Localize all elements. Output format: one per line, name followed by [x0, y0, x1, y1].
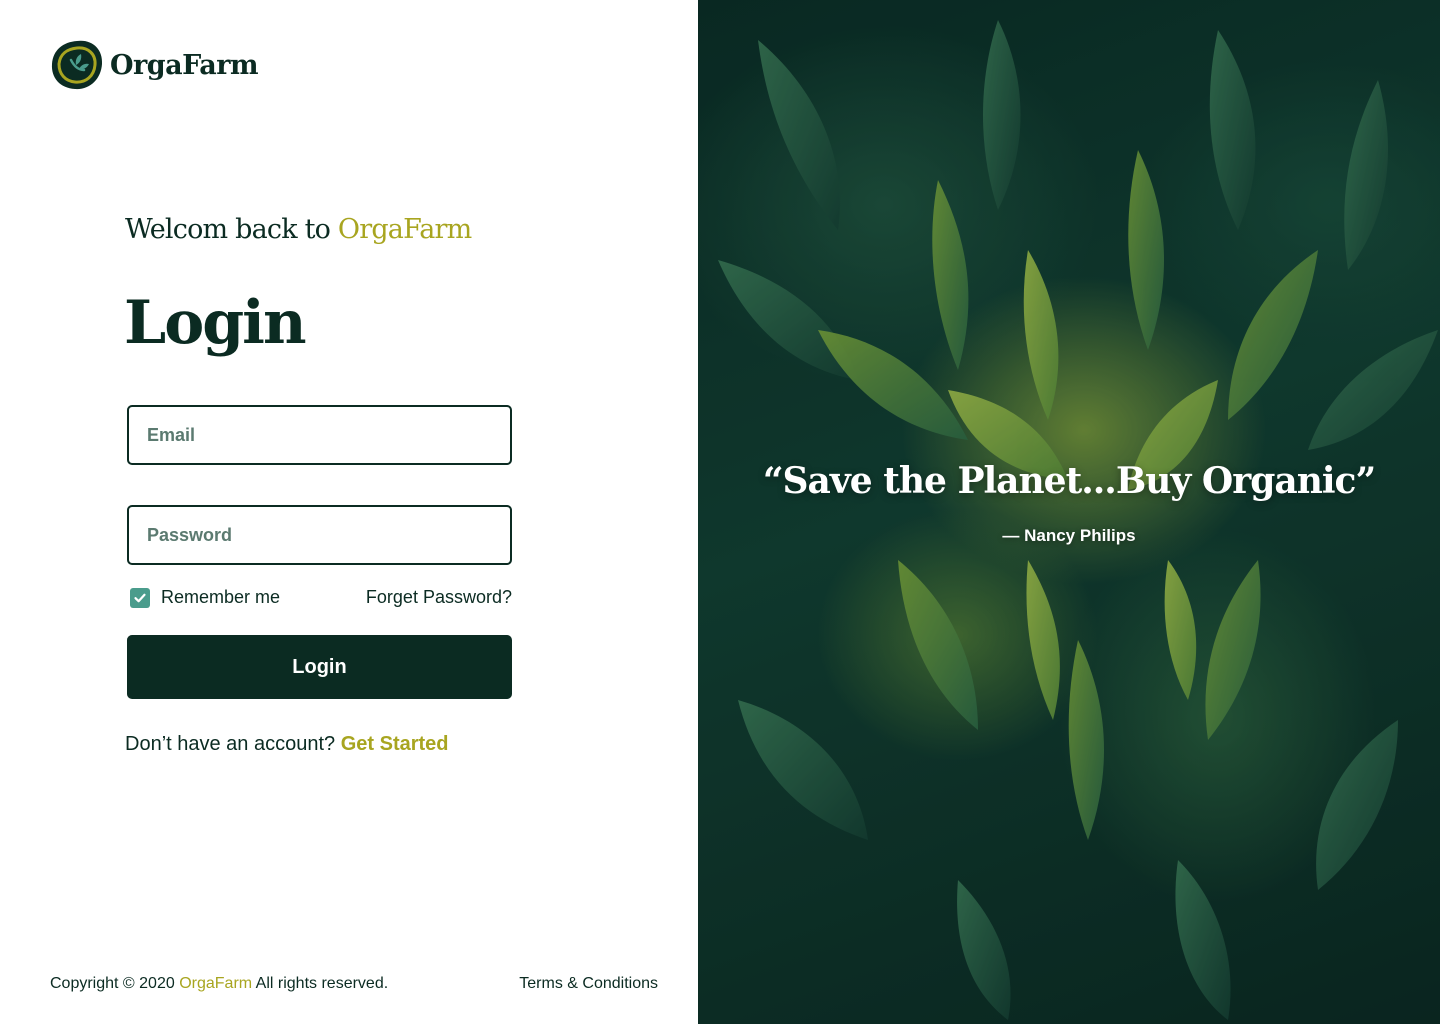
- terms-link[interactable]: Terms & Conditions: [519, 975, 658, 993]
- remember-me-label: Remember me: [161, 587, 281, 607]
- password-field[interactable]: [129, 507, 510, 563]
- password-field-wrapper: [127, 505, 512, 565]
- hero-panel: “Save the Planet...Buy Organic” — Nancy …: [698, 0, 1440, 1024]
- remember-me-checkbox[interactable]: [130, 587, 150, 608]
- page-title: Login: [124, 288, 307, 358]
- foliage-background: [698, 0, 1440, 1024]
- get-started-link[interactable]: Get Started: [341, 733, 449, 755]
- login-button[interactable]: Login: [127, 635, 512, 699]
- email-field-wrapper: [127, 405, 512, 465]
- forgot-password-link[interactable]: Forget Password?: [366, 587, 512, 608]
- welcome-brand: OrgaFarm: [337, 214, 472, 245]
- brand-name: OrgaFarm: [110, 49, 259, 81]
- copyright-brand: OrgaFarm: [179, 975, 253, 992]
- copyright-suffix: All rights reserved.: [252, 975, 389, 992]
- signup-prompt: Don’t have an account? Get Started: [125, 733, 449, 756]
- signup-prompt-text: Don’t have an account?: [125, 733, 341, 755]
- hero-quote-author: — Nancy Philips: [1002, 526, 1136, 545]
- welcome-heading: Welcom back to OrgaFarm: [125, 214, 472, 245]
- leaf-badge-icon: [51, 40, 103, 90]
- hero-quote: “Save the Planet...Buy Organic”: [762, 460, 1376, 502]
- welcome-prefix: Welcom back to: [125, 214, 338, 245]
- remember-me-option[interactable]: Remember me: [130, 587, 280, 608]
- copyright-text: Copyright © 2020 OrgaFarm All rights res…: [50, 975, 388, 993]
- login-panel: OrgaFarm Welcom back to OrgaFarm Login R…: [0, 0, 698, 1024]
- email-field[interactable]: [129, 407, 510, 463]
- copyright-prefix: Copyright © 2020: [50, 975, 180, 992]
- brand-logo[interactable]: OrgaFarm: [50, 39, 259, 91]
- checkmark-icon: [134, 593, 146, 602]
